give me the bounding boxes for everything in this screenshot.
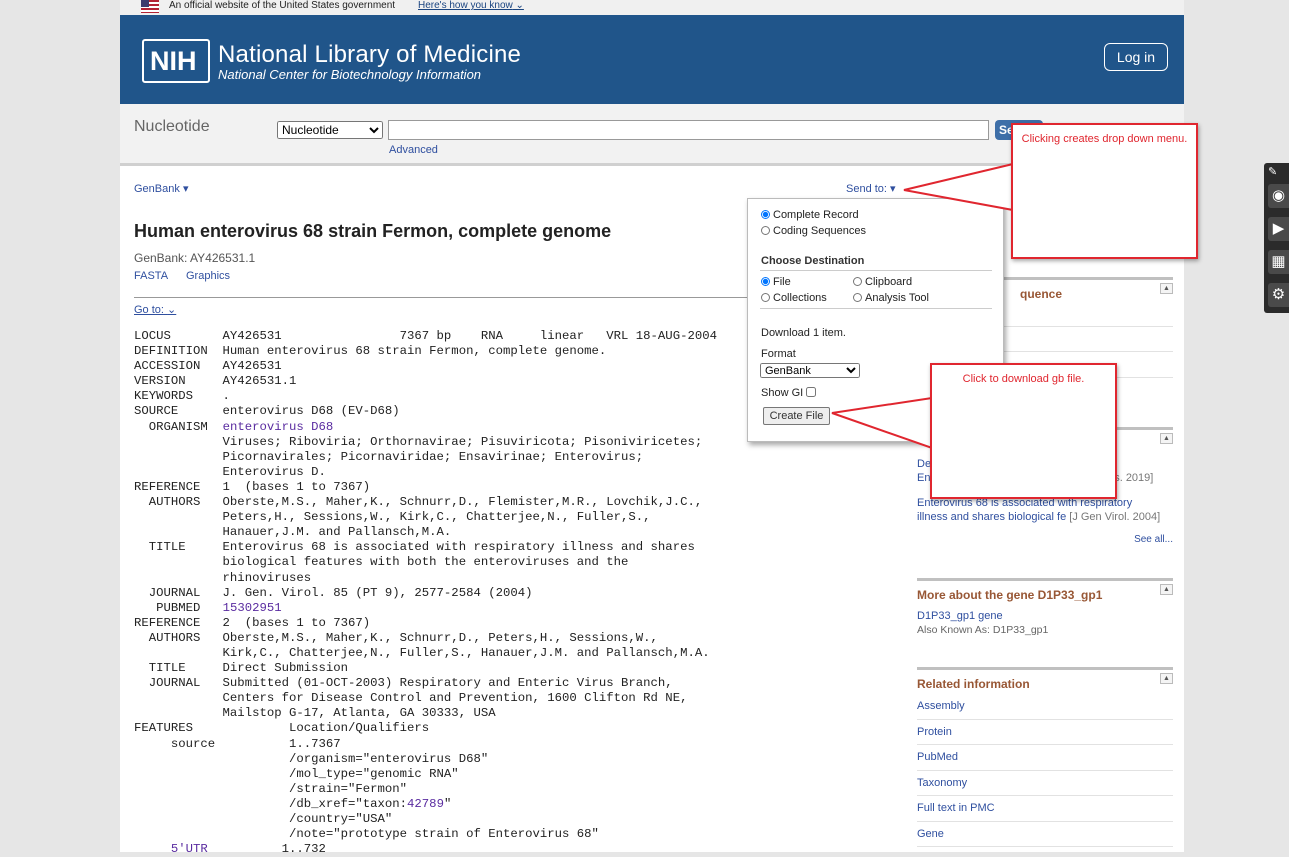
camera-icon[interactable]: ◉ [1268, 184, 1289, 208]
callout-pointer-bottom [831, 396, 933, 450]
gallery-icon[interactable]: ▦ [1268, 250, 1289, 274]
video-icon[interactable]: ▶ [1268, 217, 1289, 241]
callout-download-note: Click to download gb file. [930, 363, 1117, 499]
callout-pointer-top [903, 162, 1014, 212]
capture-toolbar: ✎ ◉ ▶ ▦ ⚙ [1264, 163, 1289, 313]
gear-icon[interactable]: ⚙ [1268, 283, 1289, 307]
pin-icon[interactable]: ✎ [1268, 165, 1277, 178]
callout-dropdown-note: Clicking creates drop down menu. [1011, 123, 1198, 259]
